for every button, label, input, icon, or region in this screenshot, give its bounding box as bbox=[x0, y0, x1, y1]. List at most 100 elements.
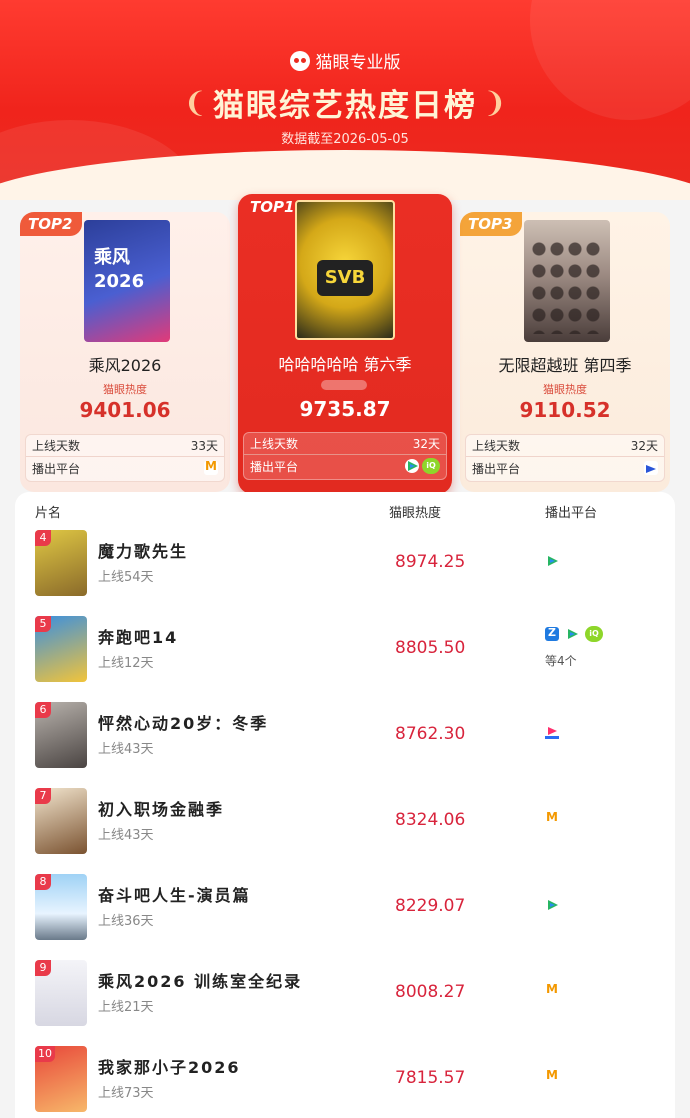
list-item[interactable]: 10 我家那小子2026 上线73天 7815.57 bbox=[15, 1046, 675, 1118]
rank-badge: TOP1 bbox=[250, 198, 295, 216]
rank-badge: 10 bbox=[35, 1046, 55, 1062]
rank-badge: 9 bbox=[35, 960, 51, 976]
heat-value: 7815.57 bbox=[395, 1068, 466, 1088]
rank-badge: 7 bbox=[35, 788, 51, 804]
col-heat: 猫眼热度 bbox=[389, 506, 442, 521]
heat-label-blurred bbox=[321, 380, 367, 390]
days-value: 32天 bbox=[630, 439, 658, 453]
list-item[interactable]: 7 初入职场金融季 上线43天 8324.06 bbox=[15, 788, 675, 874]
brand: 猫眼专业版 bbox=[0, 48, 690, 73]
show-title: 乘风2026 bbox=[88, 356, 162, 375]
mango-tv-icon bbox=[545, 810, 559, 826]
iqiyi-icon: iQ bbox=[585, 626, 603, 642]
heat-label: 猫眼热度 bbox=[543, 383, 587, 396]
info-box: 上线天数 32天 播出平台 bbox=[465, 434, 665, 482]
youku-icon bbox=[545, 726, 559, 740]
list-item[interactable]: 9 乘风2026 训练室全纪录 上线21天 8008.27 bbox=[15, 960, 675, 1046]
rank-badge: TOP2 bbox=[20, 212, 83, 236]
laurel-right-icon: ❩ bbox=[483, 85, 507, 119]
list-header: 片名 猫眼热度 播出平台 bbox=[15, 492, 675, 526]
page-title-row: ❨ 猫眼综艺热度日榜 ❩ bbox=[0, 80, 690, 125]
poster-thumb: 9 bbox=[35, 960, 87, 1026]
header-banner: 猫眼专业版 ❨ 猫眼综艺热度日榜 ❩ 数据截至2026-05-05 bbox=[0, 0, 690, 200]
show-title: 魔力歌先生 bbox=[98, 542, 189, 561]
tencent-video-icon bbox=[405, 459, 419, 473]
tencent-video-icon bbox=[545, 898, 559, 912]
rank-badge: 6 bbox=[35, 702, 51, 718]
days-online: 上线43天 bbox=[98, 742, 154, 757]
days-label: 上线天数 bbox=[472, 439, 521, 453]
podium-card-top3[interactable]: TOP3 无限超越班 第四季 猫眼热度 9110.52 上线天数 32天 播出平台 bbox=[460, 212, 670, 492]
poster-thumb: 4 bbox=[35, 530, 87, 596]
list-item[interactable]: 6 怦然心动20岁：冬季 上线43天 8762.30 bbox=[15, 702, 675, 788]
poster-thumb: 5 bbox=[35, 616, 87, 682]
list-item[interactable]: 8 奋斗吧人生-演员篇 上线36天 8229.07 bbox=[15, 874, 675, 960]
days-online: 上线54天 bbox=[98, 570, 154, 585]
show-title: 怦然心动20岁：冬季 bbox=[98, 714, 269, 733]
poster-thumb: 8 bbox=[35, 874, 87, 940]
poster-thumb: 7 bbox=[35, 788, 87, 854]
info-box: 上线天数 32天 播出平台 iQ bbox=[243, 432, 447, 480]
poster-image: SVB bbox=[295, 200, 395, 340]
list-item[interactable]: 4 魔力歌先生 上线54天 8974.25 bbox=[15, 530, 675, 616]
tencent-video-icon bbox=[545, 554, 559, 568]
platform-label: 播出平台 bbox=[472, 461, 521, 476]
days-label: 上线天数 bbox=[250, 437, 299, 451]
poster-image: 乘风 2026 bbox=[84, 220, 170, 342]
platform-label: 播出平台 bbox=[250, 459, 299, 474]
rank-badge: 5 bbox=[35, 616, 51, 632]
heat-value: 9110.52 bbox=[519, 398, 611, 422]
info-box: 上线天数 33天 播出平台 bbox=[25, 434, 225, 482]
days-online: 上线12天 bbox=[98, 656, 154, 671]
more-platforms[interactable]: 等4个 bbox=[545, 652, 577, 669]
poster-image bbox=[524, 220, 610, 342]
heat-value: 8762.30 bbox=[395, 724, 466, 744]
show-title: 我家那小子2026 bbox=[98, 1058, 241, 1077]
show-title: 乘风2026 训练室全纪录 bbox=[98, 972, 303, 991]
days-online: 上线73天 bbox=[98, 1086, 154, 1101]
heat-value: 8008.27 bbox=[395, 982, 466, 1002]
brand-name: 猫眼专业版 bbox=[315, 53, 401, 73]
podium-card-top2[interactable]: 乘风 2026 TOP2 乘风2026 猫眼热度 9401.06 上线天数 33天 … bbox=[20, 212, 230, 492]
heat-label: 猫眼热度 bbox=[103, 383, 147, 396]
days-value: 33天 bbox=[190, 439, 218, 453]
show-title: 奋斗吧人生-演员篇 bbox=[98, 886, 251, 905]
maoyan-logo-icon bbox=[289, 50, 310, 71]
show-title: 初入职场金融季 bbox=[98, 800, 225, 819]
ranking-list: 片名 猫眼热度 播出平台 4 魔力歌先生 上线54天 8974.25 5 奔跑吧… bbox=[15, 492, 675, 1118]
page-title: 猫眼综艺热度日榜 bbox=[213, 88, 477, 124]
tencent-video-icon bbox=[565, 627, 579, 641]
days-value: 32天 bbox=[412, 437, 440, 451]
iqiyi-icon: iQ bbox=[422, 458, 440, 474]
podium-card-top1[interactable]: SVB TOP1 哈哈哈哈哈 第六季 9735.87 上线天数 32天 播出平台 … bbox=[238, 194, 452, 494]
rank-badge: TOP3 bbox=[460, 212, 523, 236]
show-title: 无限超越班 第四季 bbox=[498, 356, 632, 375]
laurel-left-icon: ❨ bbox=[183, 85, 207, 119]
poster-thumb: 10 bbox=[35, 1046, 87, 1112]
zhejiang-tv-icon bbox=[545, 626, 559, 641]
days-label: 上线天数 bbox=[32, 439, 81, 453]
heat-value: 9735.87 bbox=[299, 397, 391, 421]
heat-value: 9401.06 bbox=[79, 398, 171, 422]
list-item[interactable]: 5 奔跑吧14 上线12天 8805.50 iQ 等4个 bbox=[15, 616, 675, 702]
heat-value: 8324.06 bbox=[395, 810, 466, 830]
days-online: 上线36天 bbox=[98, 914, 154, 929]
show-title: 奔跑吧14 bbox=[98, 628, 179, 647]
rank-badge: 8 bbox=[35, 874, 51, 890]
days-online: 上线43天 bbox=[98, 828, 154, 843]
data-date: 数据截至2026-05-05 bbox=[281, 132, 409, 147]
heat-value: 8229.07 bbox=[395, 896, 466, 916]
mango-tv-icon bbox=[545, 982, 559, 998]
heat-value: 8805.50 bbox=[395, 638, 466, 658]
mango-tv-icon bbox=[204, 459, 218, 475]
poster-thumb: 6 bbox=[35, 702, 87, 768]
col-name: 片名 bbox=[35, 506, 62, 521]
mango-tv-icon bbox=[545, 1068, 559, 1084]
heat-value: 8974.25 bbox=[395, 552, 466, 572]
rank-badge: 4 bbox=[35, 530, 51, 546]
bilibili-icon bbox=[644, 461, 658, 475]
col-platform: 播出平台 bbox=[545, 506, 598, 521]
days-online: 上线21天 bbox=[98, 1000, 154, 1015]
show-title: 哈哈哈哈哈 第六季 bbox=[278, 355, 412, 374]
platform-label: 播出平台 bbox=[32, 461, 81, 476]
